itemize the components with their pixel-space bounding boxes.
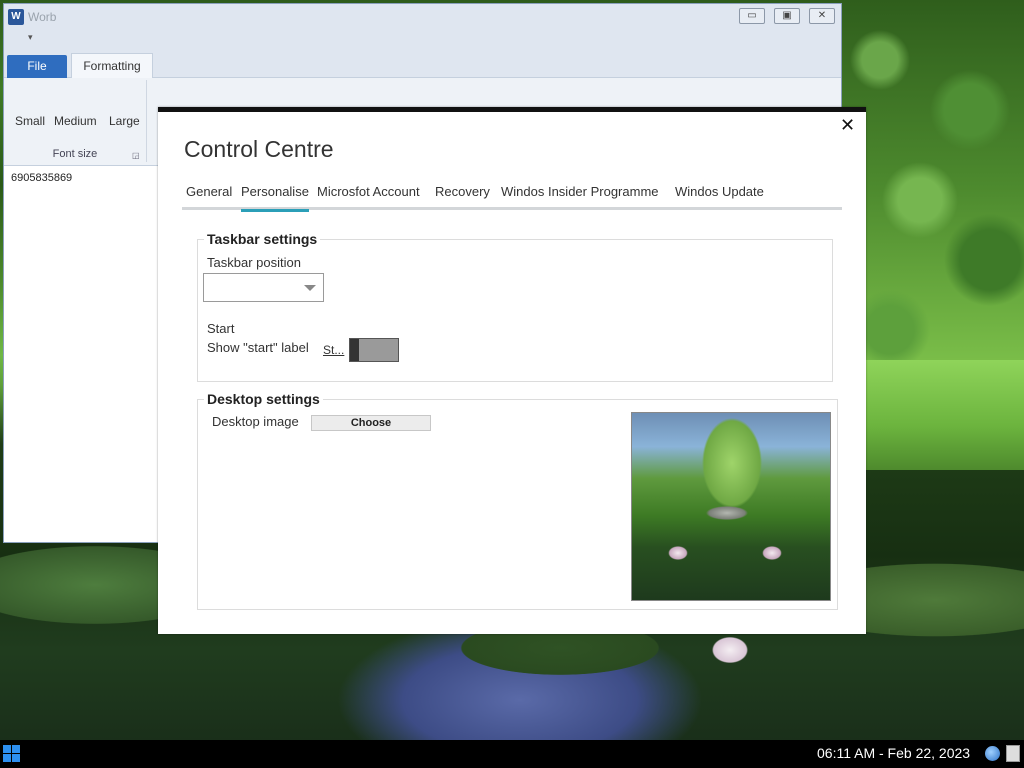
show-start-label-text: Show "start" label	[207, 340, 309, 355]
taskbar-clock[interactable]: 06:11 AM - Feb 22, 2023	[817, 745, 970, 761]
settings-tabs: General Personalise Microsfot Account Re…	[182, 182, 842, 212]
windows-logo-icon	[3, 745, 11, 753]
taskbar: 06:11 AM - Feb 22, 2023	[0, 740, 1024, 768]
tab-recovery[interactable]: Recovery	[435, 184, 490, 210]
close-icon[interactable]: ✕	[840, 116, 855, 134]
start-button[interactable]	[3, 745, 20, 762]
tab-windos-insider-programme[interactable]: Windos Insider Programme	[501, 184, 659, 210]
taskbar-position-dropdown[interactable]	[203, 273, 324, 302]
desktop-settings-title: Desktop settings	[204, 391, 323, 407]
tab-formatting[interactable]: Formatting	[71, 53, 153, 78]
taskbar-position-label: Taskbar position	[207, 255, 301, 270]
dialog-title: Control Centre	[184, 136, 334, 162]
start-label: Start	[207, 321, 235, 336]
font-size-medium-button[interactable]: Medium	[54, 114, 97, 128]
dialog-launcher-icon[interactable]: ◲	[132, 151, 140, 160]
ribbon-tabs: File Formatting	[4, 52, 841, 78]
font-size-large-button[interactable]: Large	[109, 114, 140, 128]
quick-access-toolbar: ▾	[4, 30, 841, 52]
word-app-icon: W	[8, 9, 24, 25]
document-text[interactable]: 6905835869	[11, 172, 72, 184]
word-titlebar[interactable]: W Worb ▭ ▣ ✕	[4, 4, 841, 30]
tab-windos-update[interactable]: Windos Update	[675, 184, 764, 210]
chevron-down-icon	[304, 285, 316, 291]
qat-dropdown-icon[interactable]: ▾	[28, 32, 33, 43]
user-icon[interactable]	[1006, 745, 1020, 762]
toggle-thumb[interactable]	[350, 339, 359, 361]
font-size-group-label: Font size	[52, 148, 98, 160]
close-icon: ✕	[817, 10, 827, 21]
tab-general[interactable]: General	[186, 184, 232, 210]
desktop-image-label: Desktop image	[212, 414, 299, 429]
maximize-icon: ▣	[782, 10, 792, 21]
maximize-button[interactable]: ▣	[774, 8, 800, 24]
globe-icon[interactable]	[985, 746, 1000, 761]
toggle-state-text: St...	[323, 343, 345, 357]
ribbon-group-divider	[146, 80, 147, 162]
minimize-icon: ▭	[747, 10, 757, 21]
wallpaper-grass	[860, 360, 1024, 470]
show-start-label-toggle[interactable]	[349, 338, 399, 362]
font-size-small-button[interactable]: Small	[15, 114, 45, 128]
word-window-title: Worb	[28, 10, 57, 24]
minimize-button[interactable]: ▭	[739, 8, 765, 24]
choose-image-button[interactable]: Choose	[311, 415, 431, 431]
control-centre-dialog: ✕ Control Centre General Personalise Mic…	[158, 107, 866, 634]
taskbar-settings-title: Taskbar settings	[204, 231, 321, 247]
tab-file[interactable]: File	[7, 55, 67, 78]
close-button[interactable]: ✕	[809, 8, 835, 24]
tab-personalise[interactable]: Personalise	[241, 184, 309, 212]
tab-microsoft-account[interactable]: Microsfot Account	[317, 184, 420, 210]
desktop-image-preview	[631, 412, 831, 601]
